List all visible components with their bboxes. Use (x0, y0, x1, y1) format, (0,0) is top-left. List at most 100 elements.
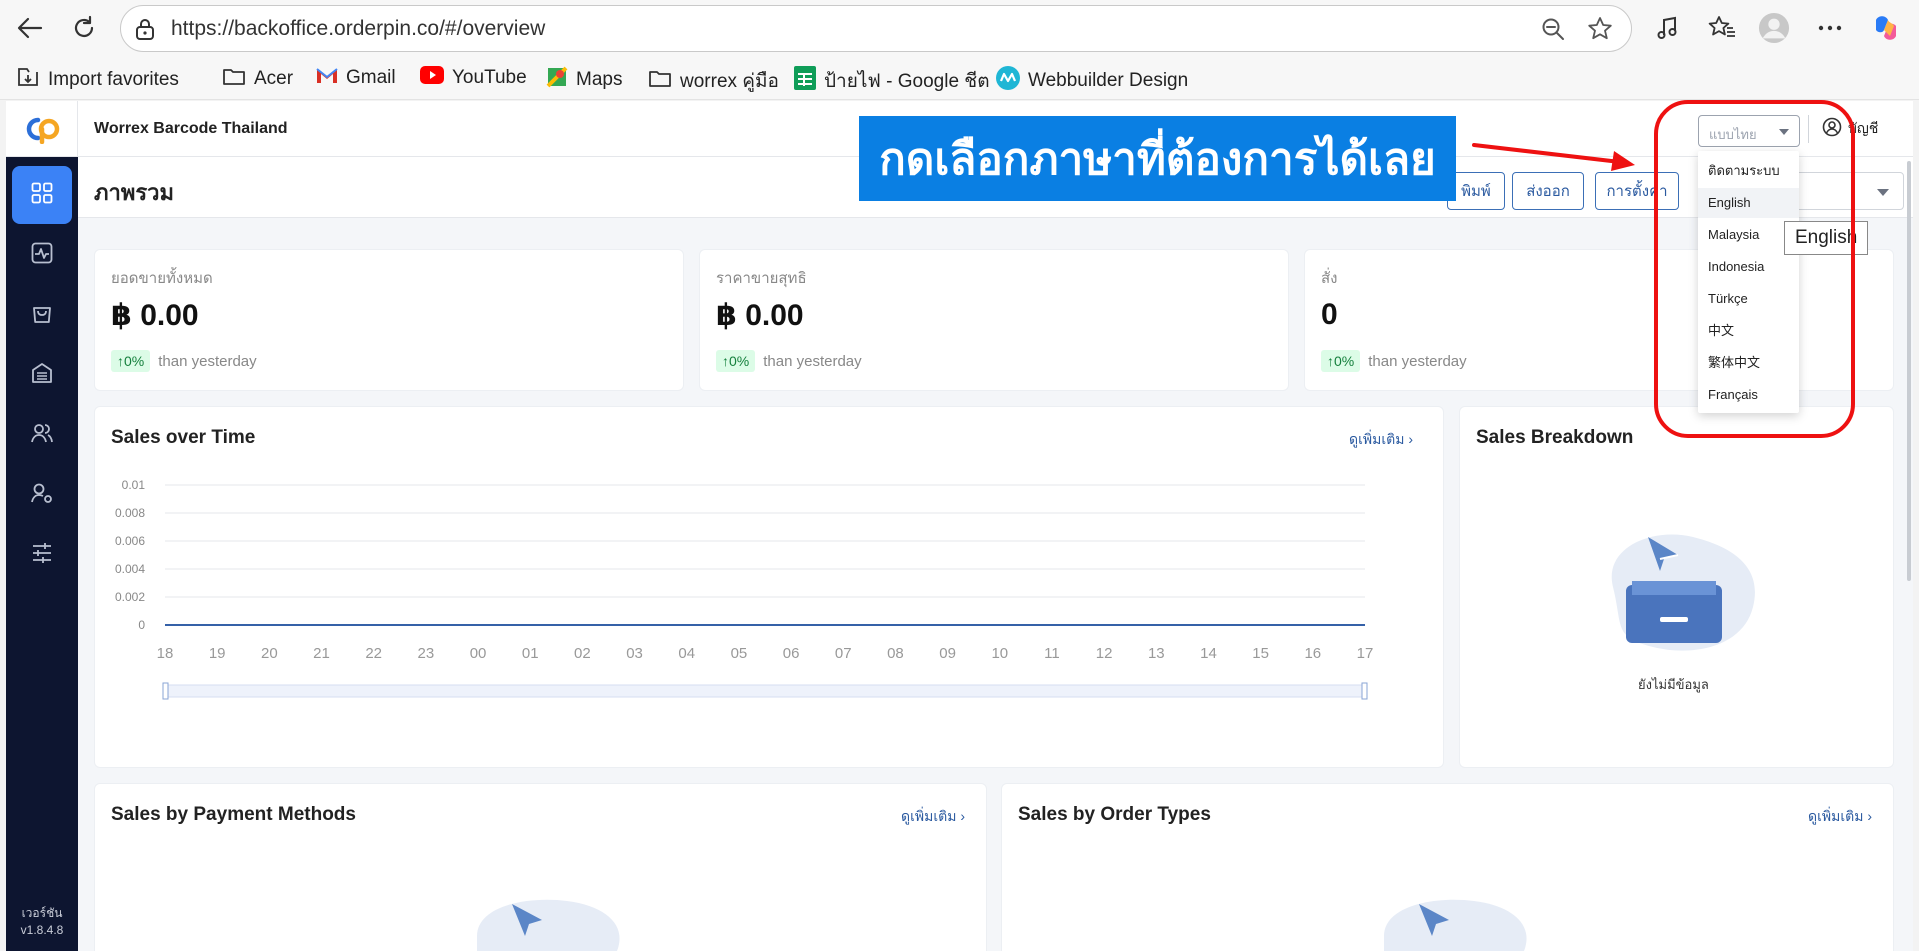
y-tick-label: 0.008 (115, 506, 145, 520)
page-scrollbar[interactable] (1907, 161, 1911, 581)
sales-over-time-card: Sales over Time ดูเพิ่มเติม › 0.01 0.008 0… (94, 406, 1444, 768)
stat-value: 0 (1321, 298, 1338, 331)
sales-breakdown-card: Sales Breakdown ยังไม่มีข้อมูล (1459, 406, 1894, 768)
maps-icon (546, 66, 568, 94)
x-tick-label: 01 (522, 645, 539, 662)
zoom-handle-right (1361, 682, 1368, 700)
store-icon (31, 362, 53, 389)
address-bar[interactable]: https://backoffice.orderpin.co/#/overvie… (120, 5, 1632, 52)
x-tick-label: 18 (157, 645, 174, 662)
bookmark-worrex-manual[interactable]: worrex คู่มือ (648, 66, 779, 96)
media-icon[interactable] (1652, 12, 1684, 44)
users-icon (30, 422, 54, 449)
stat-label: สั่ง (1321, 270, 1338, 287)
x-tick-label: 20 (261, 645, 278, 662)
stat-card-net-sales: ราคาขายสุทธิ ฿ 0.00 ↑0% than yesterday (699, 249, 1289, 391)
more-options-icon[interactable] (1814, 12, 1846, 44)
page-title: ภาพรวม (94, 180, 175, 205)
bookmark-label: worrex คู่มือ (680, 71, 779, 92)
view-more-link[interactable]: ดูเพิ่มเติม › (1349, 429, 1413, 451)
x-tick-label: 23 (418, 645, 435, 662)
x-tick-label: 04 (678, 645, 695, 662)
bookmark-acer[interactable]: Acer (222, 66, 293, 92)
lock-icon[interactable] (135, 18, 155, 45)
favorites-icon[interactable] (1706, 12, 1738, 44)
card-title: Sales Breakdown (1476, 427, 1634, 448)
stat-label: ยอดขายทั้งหมด (111, 270, 213, 287)
grid-icon (31, 182, 53, 209)
bookmark-gmail[interactable]: Gmail (316, 66, 396, 90)
empty-illustration (1384, 899, 1527, 951)
shopping-bag-icon (31, 302, 53, 329)
import-icon (16, 66, 40, 94)
stat-card-total-sales: ยอดขายทั้งหมด ฿ 0.00 ↑0% than yesterday (94, 249, 684, 391)
sales-by-payment-card: Sales by Payment Methods ดูเพิ่มเติม › (94, 783, 987, 951)
copilot-icon[interactable] (1870, 12, 1902, 44)
sidebar-item-reports[interactable] (12, 226, 72, 284)
version-label: เวอร์ชัน (21, 906, 63, 920)
back-icon[interactable] (12, 10, 48, 46)
bookmark-label: Acer (254, 68, 294, 89)
sliders-icon (31, 542, 53, 569)
chevron-right-icon: › (960, 808, 966, 824)
sidebar-item-staff[interactable] (12, 466, 72, 524)
view-more-label: ดูเพิ่มเติม (901, 808, 957, 824)
delta-badge: ↑0% (111, 350, 151, 372)
bookmark-google-sheets[interactable]: ป้ายไฟ - Google ชีต (794, 66, 990, 96)
sidebar-item-overview[interactable] (12, 166, 72, 224)
x-tick-label: 07 (835, 645, 852, 662)
sidebar-item-stores[interactable] (12, 346, 72, 404)
empty-illustration (477, 899, 620, 951)
annotation-highlight-oval (1654, 100, 1855, 438)
view-more-label: ดูเพิ่มเติม (1808, 808, 1864, 824)
bookmark-label: YouTube (452, 67, 527, 88)
bookmark-webbuilder-design[interactable]: Webbuilder Design (996, 66, 1188, 96)
favorite-star-icon[interactable] (1587, 16, 1613, 47)
empty-inbox-illustration (1611, 534, 1755, 651)
sidebar-item-customers[interactable] (12, 406, 72, 464)
x-tick-label: 12 (1096, 645, 1113, 662)
company-name: Worrex Barcode Thailand (94, 120, 288, 137)
x-tick-label: 10 (991, 645, 1008, 662)
stat-value: ฿ 0.00 (111, 299, 199, 332)
bookmarks-bar: Import favorites Acer Gmail YouTube Maps… (0, 57, 1919, 100)
bookmark-youtube[interactable]: YouTube (420, 66, 527, 90)
sheets-icon (794, 66, 816, 96)
view-more-link[interactable]: ดูเพิ่มเติม › (1808, 806, 1872, 828)
version-info: เวอร์ชัน v1.8.4.8 (6, 905, 78, 939)
zoom-out-icon[interactable] (1541, 17, 1565, 46)
x-tick-label: 03 (626, 645, 643, 662)
profile-avatar-icon[interactable] (1758, 12, 1790, 44)
bookmark-label: Gmail (346, 67, 396, 88)
sidebar-item-products[interactable] (12, 286, 72, 344)
sidebar-item-settings[interactable] (12, 526, 72, 584)
bookmark-label: Import favorites (48, 69, 179, 90)
sales-line-chart[interactable]: 0.01 0.008 0.006 0.004 0.002 0 18 19 20 21 22 23 00 0… (95, 467, 1445, 769)
x-tick-label: 17 (1357, 645, 1374, 662)
browser-toolbar: https://backoffice.orderpin.co/#/overvie… (0, 0, 1919, 57)
y-tick-label: 0.004 (115, 562, 145, 576)
x-tick-label: 08 (887, 645, 904, 662)
export-button[interactable]: ส่งออก (1512, 172, 1584, 210)
x-tick-label: 16 (1304, 645, 1321, 662)
x-tick-label: 14 (1200, 645, 1217, 662)
refresh-icon[interactable] (66, 10, 102, 46)
x-tick-label: 19 (209, 645, 226, 662)
bookmark-label: ป้ายไฟ - Google ชีต (824, 71, 990, 92)
url-text[interactable]: https://backoffice.orderpin.co/#/overvie… (171, 17, 545, 41)
y-tick-label: 0.01 (122, 478, 146, 492)
stat-delta: ↑0% than yesterday (716, 350, 862, 372)
annotation-banner: กดเลือกภาษาที่ต้องการได้เลย (859, 116, 1456, 201)
bookmark-import-favorites[interactable]: Import favorites (16, 66, 179, 94)
x-tick-label: 05 (731, 645, 748, 662)
x-tick-label: 15 (1252, 645, 1269, 662)
webbuilder-icon (996, 66, 1020, 96)
x-tick-label: 11 (1044, 645, 1060, 662)
bookmark-maps[interactable]: Maps (546, 66, 622, 94)
delta-badge: ↑0% (1321, 350, 1361, 372)
x-tick-label: 21 (313, 645, 330, 662)
view-more-link[interactable]: ดูเพิ่มเติม › (901, 806, 965, 828)
card-title: Sales by Payment Methods (111, 804, 356, 825)
orderpin-logo[interactable] (6, 101, 78, 157)
stat-label: ราคาขายสุทธิ (716, 270, 807, 287)
